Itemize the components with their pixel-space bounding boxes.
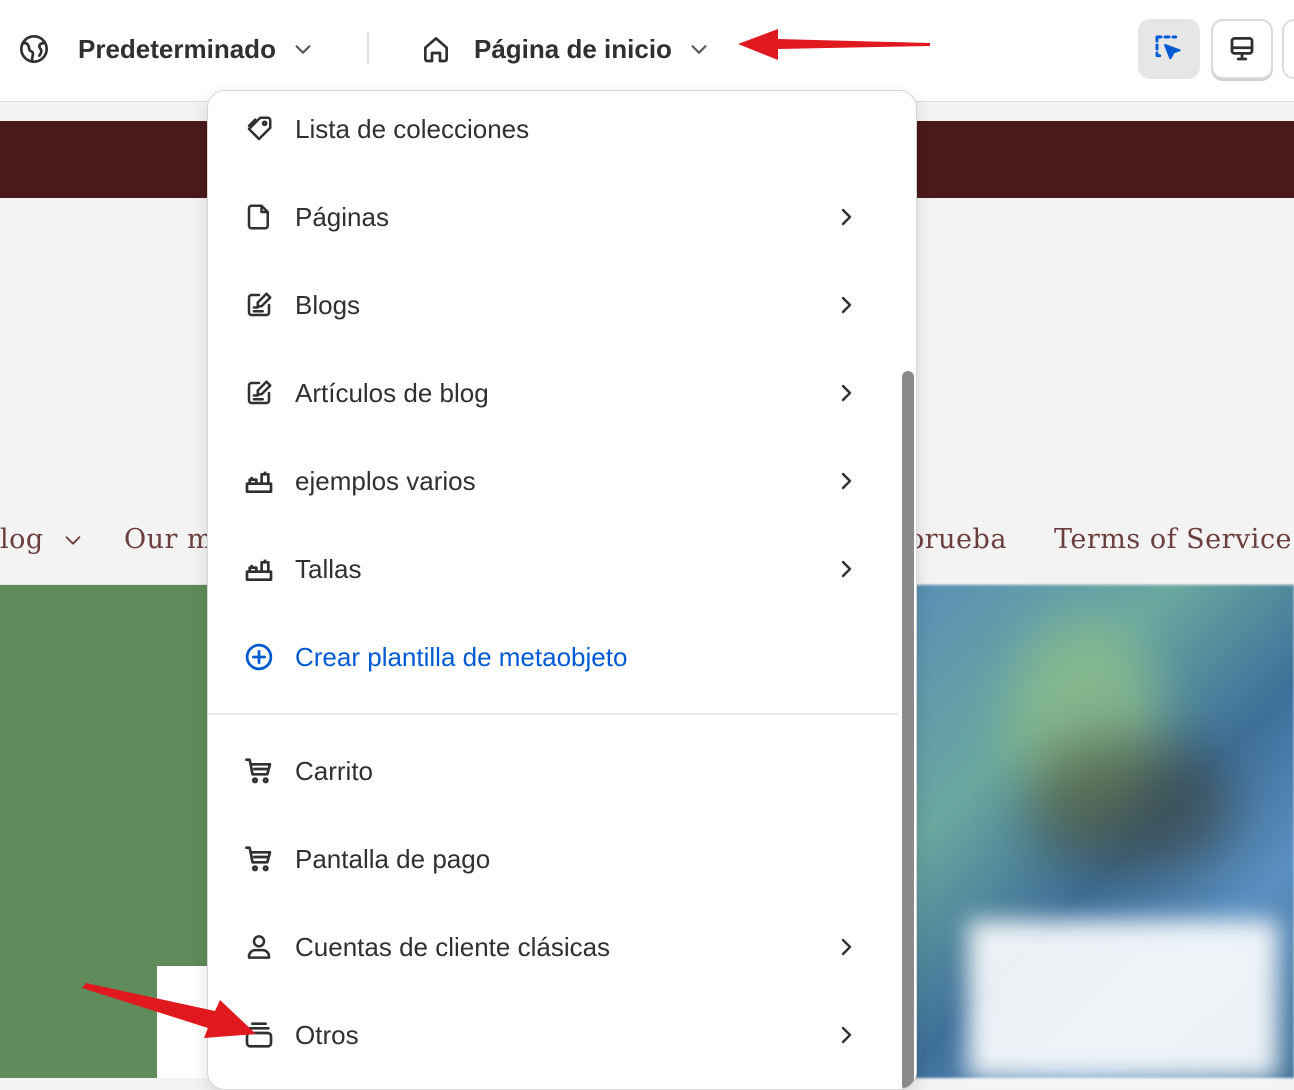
nav-link-our[interactable]: Our m [124,524,213,555]
menu-item-otros[interactable]: Otros [208,991,898,1079]
chevron-down-icon [292,38,314,60]
menu-separator [208,713,898,715]
globe-icon [18,33,50,65]
menu-item-label: Cuentas de cliente clásicas [295,931,611,962]
cart-icon [242,842,276,876]
desktop-icon [1227,34,1257,64]
menu-item-label: Pantalla de pago [295,843,491,874]
topbar-divider [367,32,369,64]
menu-item-classic-customer-accounts[interactable]: Cuentas de cliente clásicas [208,903,898,991]
template-dropdown-menu: Lista de colecciones Páginas Blogs Artíc… [207,90,917,1090]
menu-item-ejemplos-varios[interactable]: ejemplos varios [208,437,898,525]
menu-item-label: Otros [295,1019,359,1050]
template-name: Página de inicio [474,33,672,64]
chevron-right-icon [834,469,858,493]
menu-item-blog-posts[interactable]: Artículos de blog [208,349,898,437]
page-icon [242,200,276,234]
metaobject-icon [242,464,276,498]
annotation-arrow-icon [738,29,930,60]
nav-link-blog[interactable]: log [0,524,84,555]
hero-card [968,920,1278,1078]
menu-item-label: Tallas [295,553,362,584]
nav-link-label: log [0,524,44,555]
menu-item-label: Blogs [295,289,361,320]
chevron-down-icon [688,38,710,60]
theme-selector[interactable]: Predeterminado [18,28,314,70]
nav-link-terms[interactable]: Terms of Service [1054,524,1292,555]
mobile-view-button[interactable] [1282,19,1294,79]
select-cursor-icon [1153,33,1185,65]
menu-item-collection-list[interactable]: Lista de colecciones [208,91,898,173]
chevron-right-icon [834,1023,858,1047]
home-icon [420,33,452,65]
create-metaobject-template-link[interactable]: Crear plantilla de metaobjeto [208,613,898,701]
metaobject-icon [242,552,276,586]
template-selector[interactable]: Página de inicio [420,28,710,70]
menu-item-label: Carrito [295,755,374,786]
collection-tag-icon [242,112,276,146]
chevron-right-icon [834,293,858,317]
inspector-toggle-button[interactable] [1138,19,1200,79]
person-icon [242,930,276,964]
chevron-right-icon [834,205,858,229]
menu-item-cart[interactable]: Carrito [208,727,898,815]
cart-icon [242,754,276,788]
chevron-right-icon [834,381,858,405]
menu-item-label: Lista de colecciones [295,113,530,144]
blog-post-icon [242,376,276,410]
menu-item-label: Artículos de blog [295,377,489,408]
menu-item-label: Crear plantilla de metaobjeto [295,641,628,672]
menu-item-label: Páginas [295,201,389,232]
editor-topbar: Predeterminado Página de inicio [0,0,1294,102]
menu-item-tallas[interactable]: Tallas [208,525,898,613]
nav-link-prueba[interactable]: orueba [908,524,1007,555]
plus-circle-icon [242,640,276,674]
menu-scrollbar[interactable] [902,371,914,1089]
theme-name: Predeterminado [78,33,276,64]
chevron-right-icon [834,557,858,581]
menu-item-label: ejemplos varios [295,465,476,496]
hero-image-detail [1030,740,1230,870]
menu-item-pages[interactable]: Páginas [208,173,898,261]
chevron-right-icon [834,935,858,959]
desktop-view-button[interactable] [1211,19,1273,79]
blog-icon [242,288,276,322]
chevron-down-icon [62,529,84,551]
annotation-arrow-icon [82,983,256,1038]
menu-item-blogs[interactable]: Blogs [208,261,898,349]
menu-item-checkout[interactable]: Pantalla de pago [208,815,898,903]
